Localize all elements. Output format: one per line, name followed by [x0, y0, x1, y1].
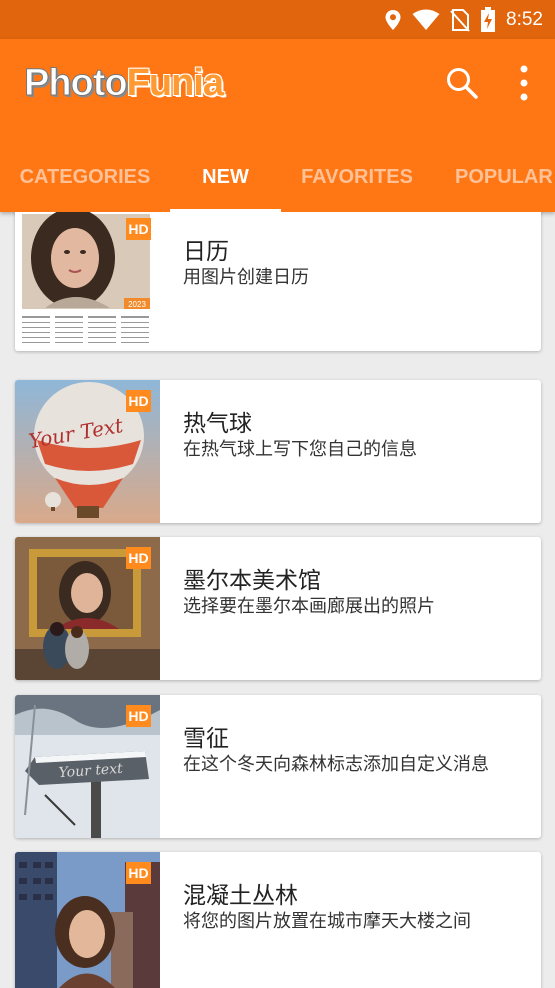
concrete-jungle-thumbnail: HD: [15, 852, 160, 988]
status-icons: 8:52: [384, 0, 543, 39]
effect-title: 混凝土丛林: [183, 883, 298, 909]
app-logo: Photo Funia: [24, 61, 224, 105]
effect-description: 选择要在墨尔本画廊展出的照片: [183, 596, 435, 617]
effect-card-melbourne-gallery[interactable]: HD 墨尔本美术馆 选择要在墨尔本画廊展出的照片: [15, 537, 541, 680]
status-bar: 8:52: [0, 0, 555, 39]
tab-new[interactable]: NEW: [170, 143, 281, 212]
tab-bar: CATEGORIES NEW FAVORITES POPULAR: [0, 143, 555, 213]
hd-badge: HD: [126, 390, 151, 412]
effect-description: 将您的图片放置在城市摩天大楼之间: [183, 911, 471, 932]
search-icon: [447, 68, 478, 99]
tab-popular[interactable]: POPULAR: [440, 143, 555, 212]
effect-description: 在这个冬天向森林标志添加自定义消息: [183, 754, 489, 775]
effect-title: 热气球: [183, 411, 252, 437]
effect-description: 用图片创建日历: [183, 267, 309, 288]
app-bar: Photo Funia CATEGORIES NEW FAVORITES POP…: [0, 39, 555, 213]
effect-title: 日历: [183, 239, 229, 265]
hd-badge: HD: [126, 862, 151, 884]
status-time: 8:52: [506, 8, 543, 30]
calendar-thumbnail: 2023 HD: [15, 212, 160, 351]
hd-badge: HD: [126, 218, 151, 240]
more-vert-icon: [520, 65, 528, 101]
effects-list: 2023 HD 日历 用图片创建日历 Your Text HD 热气球 在热气球…: [0, 212, 555, 988]
balloon-thumbnail: Your Text HD: [15, 380, 160, 523]
location-icon: [385, 9, 401, 30]
gallery-thumbnail: HD: [15, 537, 160, 680]
wifi-icon: [412, 9, 440, 30]
effect-card-snow-sign[interactable]: Your text HD 雪征 在这个冬天向森林标志添加自定义消息: [15, 695, 541, 838]
effect-card-calendar[interactable]: 2023 HD 日历 用图片创建日历: [15, 212, 541, 351]
snow-sign-thumbnail: Your text HD: [15, 695, 160, 838]
logo-photo-text: Photo: [24, 61, 129, 104]
effect-card-hot-air-balloon[interactable]: Your Text HD 热气球 在热气球上写下您自己的信息: [15, 380, 541, 523]
logo-funia-text: Funia: [126, 61, 224, 104]
effect-card-concrete-jungle[interactable]: HD 混凝土丛林 将您的图片放置在城市摩天大楼之间: [15, 852, 541, 988]
effect-title: 墨尔本美术馆: [183, 568, 321, 594]
tab-categories[interactable]: CATEGORIES: [6, 143, 164, 212]
calendar-year: 2023: [128, 300, 146, 309]
hd-badge: HD: [126, 705, 151, 727]
effect-title: 雪征: [183, 726, 229, 752]
no-sim-icon: [450, 8, 470, 32]
search-button[interactable]: [442, 63, 482, 103]
overflow-menu-button[interactable]: [506, 61, 542, 105]
hd-badge: HD: [126, 547, 151, 569]
tab-favorites[interactable]: FAVORITES: [287, 143, 427, 212]
battery-charging-icon: [481, 6, 496, 32]
effect-description: 在热气球上写下您自己的信息: [183, 439, 417, 460]
